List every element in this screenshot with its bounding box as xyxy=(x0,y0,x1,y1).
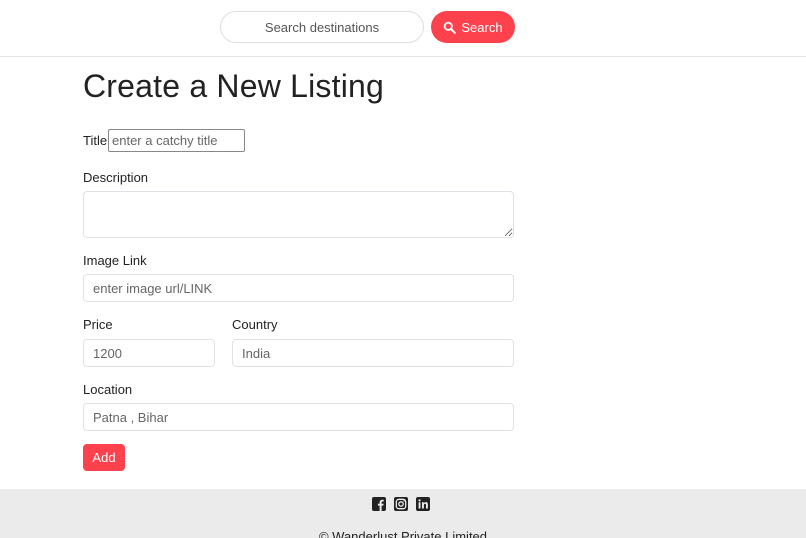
country-input[interactable] xyxy=(232,339,514,367)
instagram-icon[interactable] xyxy=(394,497,408,511)
navbar: Search xyxy=(0,0,806,57)
location-input[interactable] xyxy=(83,403,514,431)
country-label: Country xyxy=(232,317,278,332)
title-label: Title xyxy=(83,133,108,148)
title-input[interactable] xyxy=(108,129,245,152)
search-button-label: Search xyxy=(461,19,503,35)
facebook-icon[interactable] xyxy=(372,497,386,511)
image-link-label: Image Link xyxy=(83,253,147,268)
price-label: Price xyxy=(83,317,113,332)
description-textarea[interactable] xyxy=(83,191,514,238)
location-label: Location xyxy=(83,382,133,397)
copyright-text: © Wanderlust Private Limited xyxy=(318,529,488,538)
image-link-input[interactable] xyxy=(83,274,514,302)
description-label: Description xyxy=(83,170,149,185)
add-button[interactable]: Add xyxy=(83,444,125,471)
search-icon xyxy=(444,21,457,34)
footer: © Wanderlust Private Limited xyxy=(0,489,806,538)
price-input[interactable] xyxy=(83,339,215,367)
search-input[interactable] xyxy=(220,11,424,43)
page-title: Create a New Listing xyxy=(83,68,385,104)
search-button[interactable]: Search xyxy=(431,11,515,43)
linkedin-icon[interactable] xyxy=(416,497,430,511)
social-links xyxy=(372,497,430,511)
